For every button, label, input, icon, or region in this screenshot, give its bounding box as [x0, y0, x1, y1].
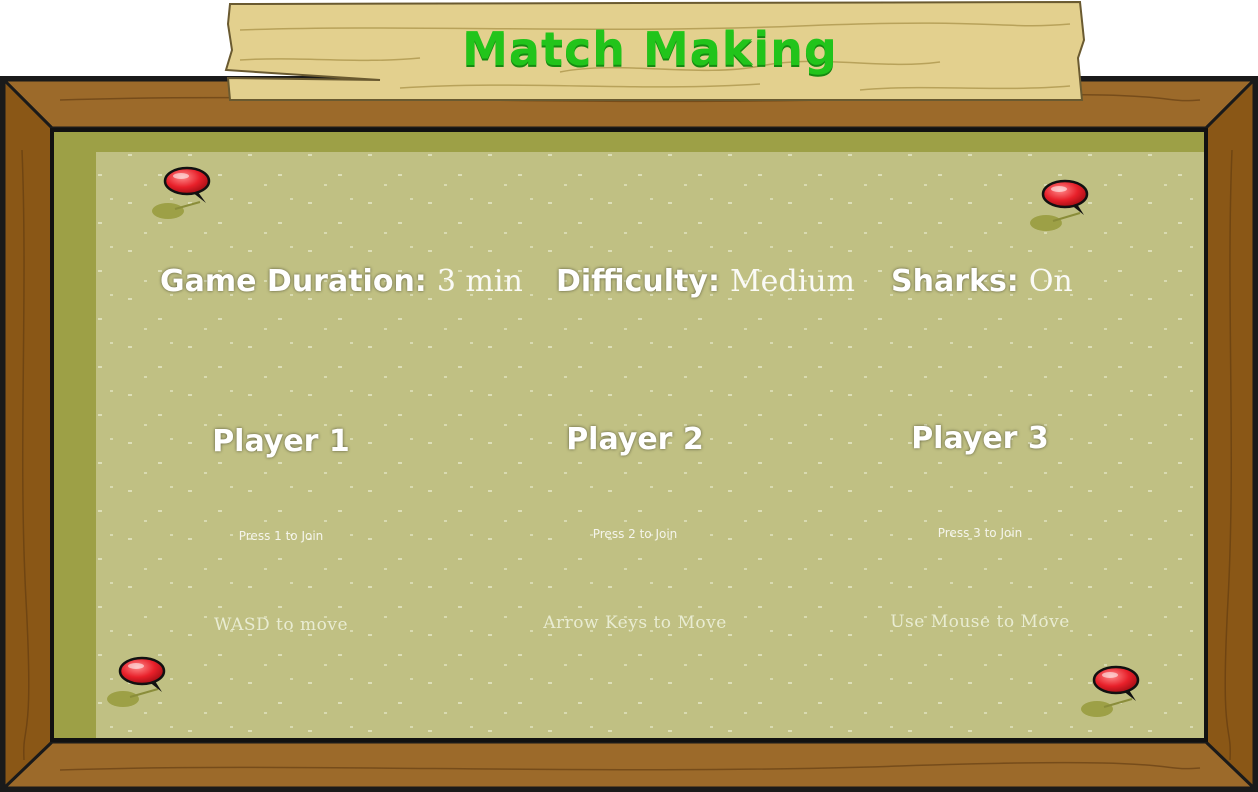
- player-slot-3: Player 3 Press 3 to Join Use Mouse to Mo…: [830, 421, 1130, 632]
- player-slot-1: Player 1 Press 1 to Join WASD to move: [131, 424, 431, 635]
- player-slot-2: Player 2 Press 2 to Join Arrow Keys to M…: [485, 422, 785, 633]
- player-title: Player 3: [911, 421, 1049, 456]
- player-title: Player 2: [566, 422, 704, 457]
- sharks-setting[interactable]: Sharks: On: [891, 262, 1073, 302]
- game-duration-label: Game Duration:: [160, 264, 427, 299]
- sharks-value: On: [1028, 264, 1073, 299]
- player-controls-hint: WASD to move: [213, 615, 349, 635]
- player-join-prompt: Press 1 to Join: [238, 529, 324, 543]
- player-controls-hint: Arrow Keys to Move: [543, 613, 727, 633]
- difficulty-setting[interactable]: Difficulty: Medium: [556, 262, 855, 302]
- frame-right-bevel: [1204, 76, 1256, 792]
- sharks-label: Sharks:: [891, 264, 1019, 299]
- player-join-prompt: Press 2 to Join: [592, 527, 678, 541]
- player-join-prompt: Press 3 to Join: [937, 526, 1023, 540]
- bulletin-board: [0, 0, 1258, 792]
- page-title: Match Making: [462, 22, 838, 76]
- player-controls-hint: Use Mouse to Move: [890, 612, 1070, 632]
- frame-bottom-bevel: [0, 740, 1258, 790]
- frame-left-bevel: [2, 76, 54, 792]
- player-title: Player 1: [212, 424, 350, 459]
- game-duration-setting[interactable]: Game Duration: 3 min: [160, 262, 523, 302]
- board-shadow-top: [54, 132, 1204, 152]
- board-shadow-left: [54, 132, 96, 738]
- difficulty-label: Difficulty:: [556, 264, 720, 299]
- difficulty-value: Medium: [729, 264, 856, 299]
- game-duration-value: 3 min: [436, 264, 523, 299]
